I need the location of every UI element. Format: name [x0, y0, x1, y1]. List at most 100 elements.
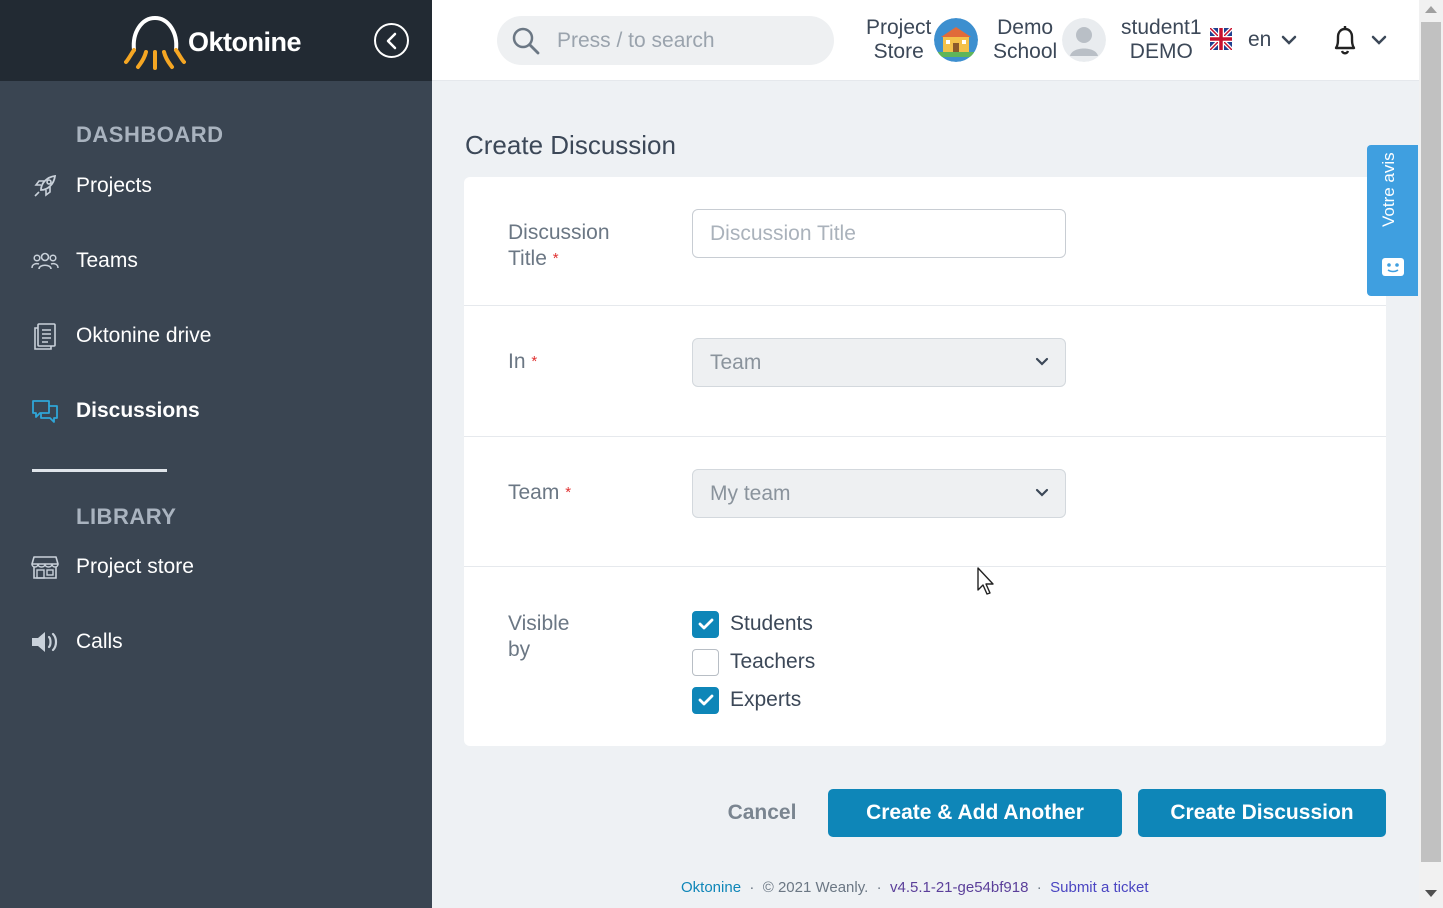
search-input[interactable] [557, 28, 817, 53]
discussion-title-input[interactable] [692, 209, 1066, 258]
user-name: student1 [1121, 16, 1202, 39]
school-line2: School [993, 40, 1058, 63]
checkbox-checked[interactable] [692, 610, 719, 638]
label-line2: by [508, 638, 531, 661]
sidebar-item-project-store[interactable]: Project store [30, 547, 410, 587]
in-select[interactable]: Team [692, 338, 1066, 387]
sidebar-item-label: Discussions [76, 399, 200, 422]
footer-separator: · [1036, 879, 1042, 896]
visible-experts-checkbox[interactable]: Experts [692, 686, 801, 714]
project-store-link[interactable]: Project Store [866, 16, 931, 64]
label-line1: Discussion [508, 221, 610, 244]
sidebar-item-discussions[interactable]: Discussions [30, 391, 410, 431]
checkbox-label: Experts [730, 688, 802, 711]
create-and-add-another-button[interactable]: Create & Add Another [828, 789, 1122, 837]
top-header: Project Store Demo School student1 DEMO … [432, 0, 1419, 81]
collapse-sidebar-button[interactable] [374, 23, 409, 58]
label-line2: Title [508, 247, 547, 270]
section-title-dashboard: DASHBOARD [76, 122, 224, 147]
language-selector[interactable]: en [1248, 28, 1271, 52]
chevron-down-icon [1035, 488, 1049, 497]
page-title: Create Discussion [465, 130, 676, 160]
sidebar-item-teams[interactable]: Teams [30, 241, 410, 281]
footer-separator: · [749, 879, 755, 896]
school-selector[interactable]: Demo School [993, 16, 1057, 64]
row-divider [464, 436, 1386, 437]
user-avatar-icon[interactable] [1062, 18, 1106, 62]
visible-teachers-checkbox[interactable]: Teachers [692, 648, 815, 676]
checkmark-icon [698, 618, 713, 630]
checkmark-icon [698, 694, 713, 706]
sidebar: Oktonine DASHBOARD Projects Teams Oktoni… [0, 0, 432, 908]
discussions-icon [30, 396, 60, 426]
footer: Oktonine · © 2021 Weanly. · v4.5.1-21-ge… [681, 879, 1149, 896]
chevron-left-icon [386, 32, 396, 49]
checkbox-label: Students [730, 612, 813, 635]
rocket-icon [30, 171, 60, 201]
row-divider [464, 305, 1386, 306]
user-menu[interactable]: student1 DEMO [1121, 16, 1202, 64]
team-select[interactable]: My team [692, 469, 1066, 518]
chevron-down-icon[interactable] [1371, 34, 1387, 46]
visible-by-label: Visible by [508, 611, 569, 663]
scroll-up-arrow[interactable] [1425, 6, 1437, 13]
checkbox-checked[interactable] [692, 686, 719, 714]
brand-bar: Oktonine [0, 0, 432, 81]
sidebar-item-calls[interactable]: Calls [30, 622, 410, 662]
brand-name: Oktonine [188, 26, 302, 57]
mouse-cursor-icon [977, 567, 994, 595]
sidebar-item-label: Projects [76, 174, 152, 197]
label-line1: Visible [508, 612, 570, 635]
cancel-button[interactable]: Cancel [714, 789, 810, 837]
logo[interactable]: Oktonine [124, 14, 302, 70]
section-title-library: LIBRARY [76, 504, 177, 529]
footer-version: v4.5.1-21-ge54bf918 [889, 879, 1029, 896]
row-divider [464, 566, 1386, 567]
create-discussion-button[interactable]: Create Discussion [1138, 789, 1386, 837]
checkbox-unchecked[interactable] [692, 648, 719, 676]
in-select-value: Team [710, 350, 762, 374]
team-select-value: My team [710, 481, 791, 505]
uk-flag-icon[interactable] [1210, 28, 1232, 50]
sidebar-item-drive[interactable]: Oktonine drive [30, 316, 410, 356]
sidebar-item-label: Project store [76, 555, 194, 578]
label-text: Team [508, 481, 560, 504]
footer-brand-link[interactable]: Oktonine [681, 879, 741, 896]
user-lastname: DEMO [1129, 40, 1193, 63]
drive-icon [30, 321, 60, 351]
speaker-icon [30, 627, 60, 657]
required-marker: * [531, 353, 538, 370]
sidebar-divider [32, 469, 167, 472]
visible-students-checkbox[interactable]: Students [692, 610, 813, 638]
feedback-tab-label: Votre avis [1379, 152, 1398, 227]
project-store-line2: Store [873, 40, 924, 63]
octopus-logo-icon [124, 15, 186, 70]
discussion-title-label: Discussion Title * [508, 220, 610, 272]
bell-icon[interactable] [1331, 24, 1359, 56]
school-line1: Demo [997, 16, 1054, 39]
checkbox-label: Teachers [730, 650, 816, 673]
chevron-down-icon [1035, 357, 1049, 366]
scroll-down-arrow[interactable] [1425, 890, 1437, 897]
team-icon [30, 246, 60, 276]
search-icon [512, 27, 540, 54]
store-icon [30, 552, 60, 582]
required-marker: * [565, 484, 572, 501]
footer-copyright: © 2021 Weanly. [762, 879, 869, 896]
team-label: Team * [508, 480, 571, 506]
search-bar[interactable] [497, 16, 834, 65]
scrollbar-thumb[interactable] [1421, 22, 1441, 862]
school-building-icon[interactable] [934, 18, 978, 62]
footer-separator: · [876, 879, 882, 896]
feedback-tab[interactable]: Votre avis [1367, 145, 1418, 296]
chat-bot-icon [1382, 258, 1404, 276]
sidebar-item-label: Calls [76, 630, 123, 653]
label-text: In [508, 350, 526, 373]
submit-ticket-link[interactable]: Submit a ticket [1050, 879, 1148, 896]
sidebar-item-projects[interactable]: Projects [30, 166, 410, 206]
in-label: In * [508, 349, 537, 375]
sidebar-item-label: Oktonine drive [76, 324, 212, 347]
chevron-down-icon[interactable] [1281, 34, 1297, 46]
required-marker: * [552, 250, 559, 267]
project-store-line1: Project [866, 16, 932, 39]
